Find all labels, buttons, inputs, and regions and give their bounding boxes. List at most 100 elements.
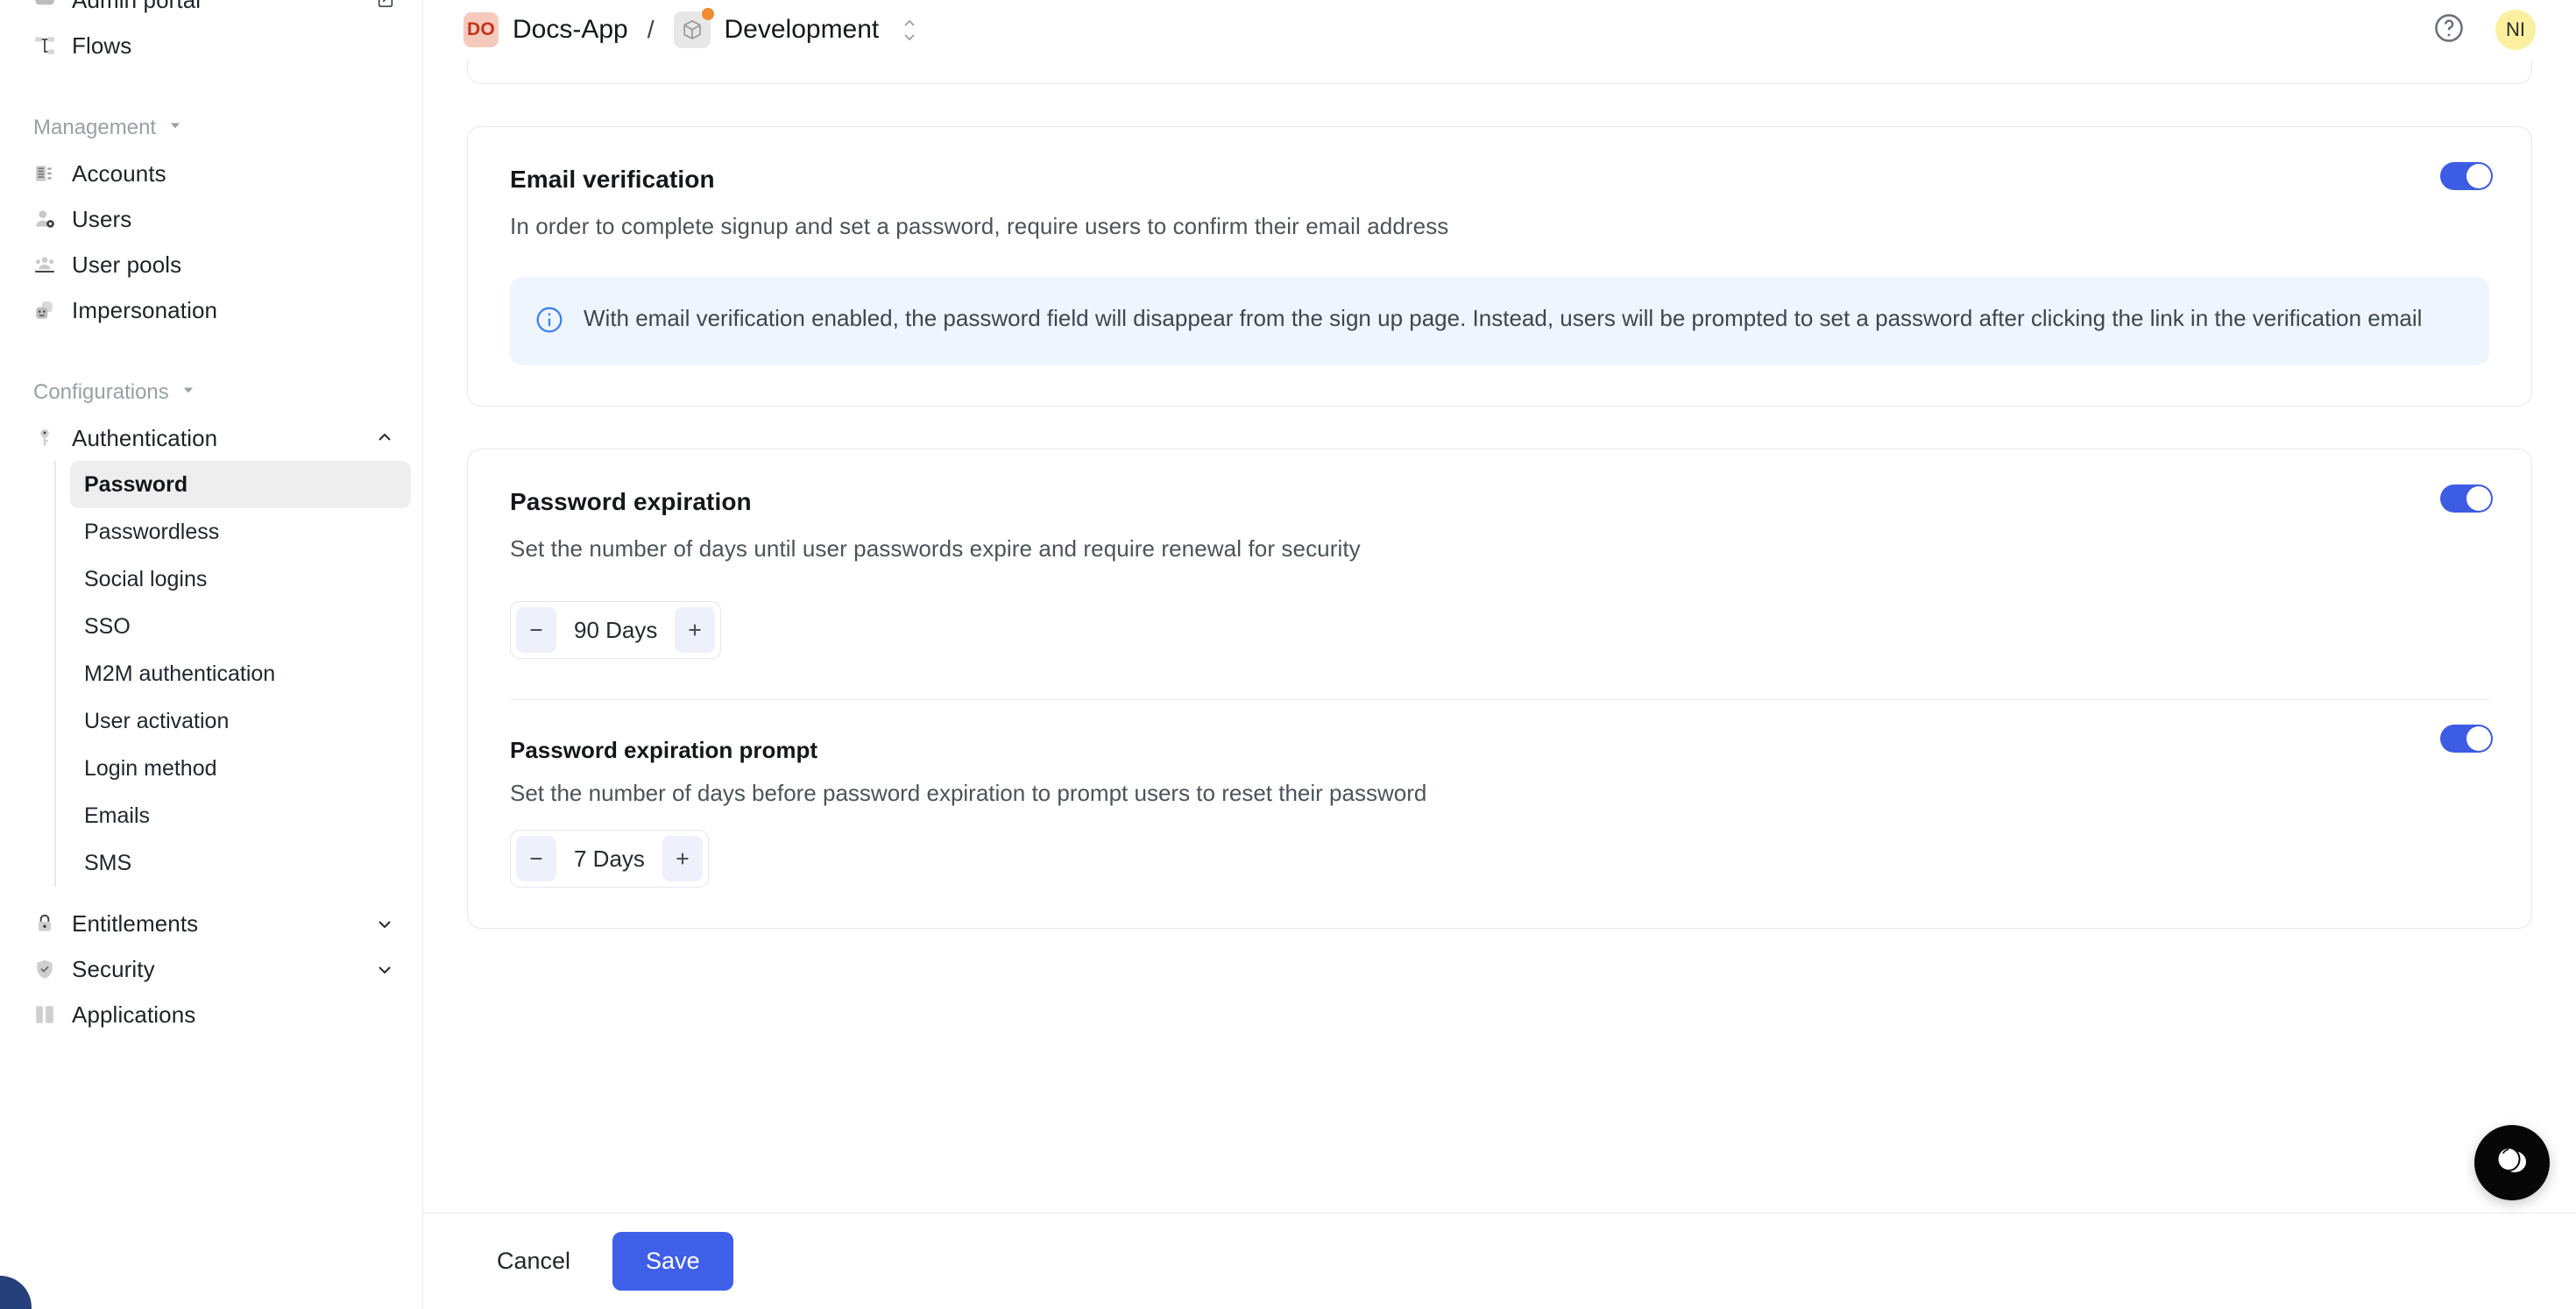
password-expiration-prompt-description: Set the number of days before password e… <box>510 780 2489 807</box>
sidebar-item-m2m-authentication[interactable]: M2M authentication <box>70 650 411 697</box>
password-expiration-prompt-toggle[interactable] <box>2440 725 2493 753</box>
breadcrumb-separator: / <box>642 16 660 44</box>
email-verification-toggle[interactable] <box>2440 162 2493 190</box>
breadcrumb-environment[interactable]: Development <box>725 15 880 45</box>
password-expiration-prompt-title: Password expiration prompt <box>510 737 2489 764</box>
email-verification-description: In order to complete signup and set a pa… <box>510 213 2489 240</box>
sidebar-group-label: Configurations <box>33 380 169 405</box>
sidebar-item-sso[interactable]: SSO <box>70 603 411 650</box>
password-expiration-prompt-stepper[interactable]: 7 Days <box>510 830 709 888</box>
sidebar-item-login-method[interactable]: Login method <box>70 745 411 792</box>
shield-check-icon <box>33 958 56 980</box>
sidebar-group-management[interactable]: Management <box>33 105 423 151</box>
lock-icon <box>33 912 56 935</box>
flow-icon <box>33 34 56 57</box>
sidebar-group-configurations[interactable]: Configurations <box>33 370 423 415</box>
decrement-button[interactable] <box>516 607 556 653</box>
chevron-down-icon <box>374 959 395 980</box>
help-circle-icon[interactable] <box>2432 11 2466 49</box>
sidebar-item-authentication[interactable]: Authentication <box>21 415 407 461</box>
sidebar-item-users[interactable]: Users <box>21 196 407 242</box>
sidebar-item-flows[interactable]: Flows <box>21 23 407 68</box>
sidebar-subitem-label: Social logins <box>84 567 207 592</box>
sidebar-item-label: Authentication <box>72 425 217 452</box>
sidebar-spacer <box>0 333 423 370</box>
chat-widget-button[interactable] <box>2474 1125 2550 1200</box>
breadcrumb-project[interactable]: Docs-App <box>513 15 628 45</box>
avatar[interactable]: NI <box>2495 10 2536 50</box>
sidebar-item-security[interactable]: Security <box>21 946 407 992</box>
email-verification-info-box: With email verification enabled, the pas… <box>510 277 2489 365</box>
password-expiration-toggle[interactable] <box>2440 485 2493 513</box>
sidebar-item-label: Flows <box>72 32 131 60</box>
sidebar-item-accounts[interactable]: Accounts <box>21 151 407 196</box>
increment-button[interactable] <box>662 836 703 881</box>
decrement-button[interactable] <box>516 836 556 881</box>
chat-bubble-icon <box>2489 1138 2535 1188</box>
sidebar-item-sms[interactable]: SMS <box>70 839 411 887</box>
sidebar-item-emails[interactable]: Emails <box>70 792 411 839</box>
impersonation-icon <box>33 299 56 322</box>
password-expiration-prompt-value: 7 Days <box>558 846 661 873</box>
sidebar-item-label: Admin portal <box>72 0 201 14</box>
toggle-knob <box>2466 164 2491 188</box>
sidebar-subitem-label: User activation <box>84 709 229 734</box>
topbar: DO Docs-App / Development <box>423 0 2576 60</box>
password-expiration-stepper[interactable]: 90 Days <box>510 601 721 659</box>
previous-section-card-partial <box>467 60 2532 84</box>
sidebar-item-entitlements[interactable]: Entitlements <box>21 901 407 946</box>
sidebar-spacer <box>0 887 423 901</box>
app-root: Admin portal Flows <box>0 0 2576 1309</box>
info-circle-icon <box>534 301 564 339</box>
sidebar-spacer <box>0 68 423 105</box>
password-expiration-description: Set the number of days until user passwo… <box>510 535 2489 563</box>
increment-button[interactable] <box>675 607 715 653</box>
password-expiration-body: Password expiration Set the number of da… <box>468 449 2531 700</box>
sidebar-item-user-activation[interactable]: User activation <box>70 697 411 745</box>
sidebar-group-label: Management <box>33 116 156 140</box>
sidebar-item-impersonation[interactable]: Impersonation <box>21 287 407 333</box>
sidebar-item-password[interactable]: Password <box>70 461 411 508</box>
sidebar-item-user-pools[interactable]: User pools <box>21 242 407 287</box>
chevron-down-icon <box>180 380 197 405</box>
sidebar-item-label: Users <box>72 206 131 233</box>
email-verification-body: Email verification In order to complete … <box>468 127 2531 406</box>
environment-selector-icon[interactable] <box>902 19 917 41</box>
external-link-icon <box>376 0 395 10</box>
sidebar-item-label: Applications <box>72 1001 195 1029</box>
cloud-icon <box>33 0 56 11</box>
save-button[interactable]: Save <box>612 1232 733 1291</box>
sidebar-item-applications[interactable]: Applications <box>21 992 407 1037</box>
sidebar-subitem-label: Login method <box>84 756 217 782</box>
password-expiration-card: Password expiration Set the number of da… <box>467 449 2532 929</box>
sidebar-scroll-area[interactable]: Admin portal Flows <box>0 0 423 1107</box>
sidebar-item-label: User pools <box>72 251 181 279</box>
environment-cube-icon <box>674 11 711 48</box>
sidebar-submenu-authentication: Password Passwordless Social logins SSO … <box>54 461 423 887</box>
sidebar-item-admin-portal[interactable]: Admin portal <box>21 0 407 23</box>
breadcrumb: DO Docs-App / Development <box>464 11 917 48</box>
cancel-button[interactable]: Cancel <box>467 1232 600 1291</box>
email-verification-card: Email verification In order to complete … <box>467 126 2532 407</box>
decorative-blob <box>0 1276 32 1309</box>
users-icon <box>33 208 56 230</box>
sidebar-item-label: Entitlements <box>72 910 198 938</box>
sidebar-item-social-logins[interactable]: Social logins <box>70 555 411 603</box>
sidebar-subitem-label: Password <box>84 472 188 498</box>
sidebar-item-label: Security <box>72 956 155 983</box>
sidebar-subitem-label: SSO <box>84 614 131 640</box>
chevron-down-icon <box>166 116 184 140</box>
toggle-knob <box>2466 726 2491 751</box>
chevron-up-icon <box>374 428 395 449</box>
password-expiration-prompt-stepper-wrap: 7 Days <box>510 830 2489 888</box>
form-actions-footer: Cancel Save <box>423 1213 2576 1309</box>
sidebar-subitem-label: SMS <box>84 851 131 876</box>
sidebar-item-label: Impersonation <box>72 297 217 324</box>
sidebar-item-label: Accounts <box>72 160 166 188</box>
sidebar-item-passwordless[interactable]: Passwordless <box>70 508 411 555</box>
accounts-icon <box>33 162 56 185</box>
user-pools-icon <box>33 253 56 276</box>
sidebar: Admin portal Flows <box>0 0 423 1309</box>
sidebar-subitem-label: Emails <box>84 803 150 829</box>
main-area: DO Docs-App / Development <box>423 0 2576 1309</box>
